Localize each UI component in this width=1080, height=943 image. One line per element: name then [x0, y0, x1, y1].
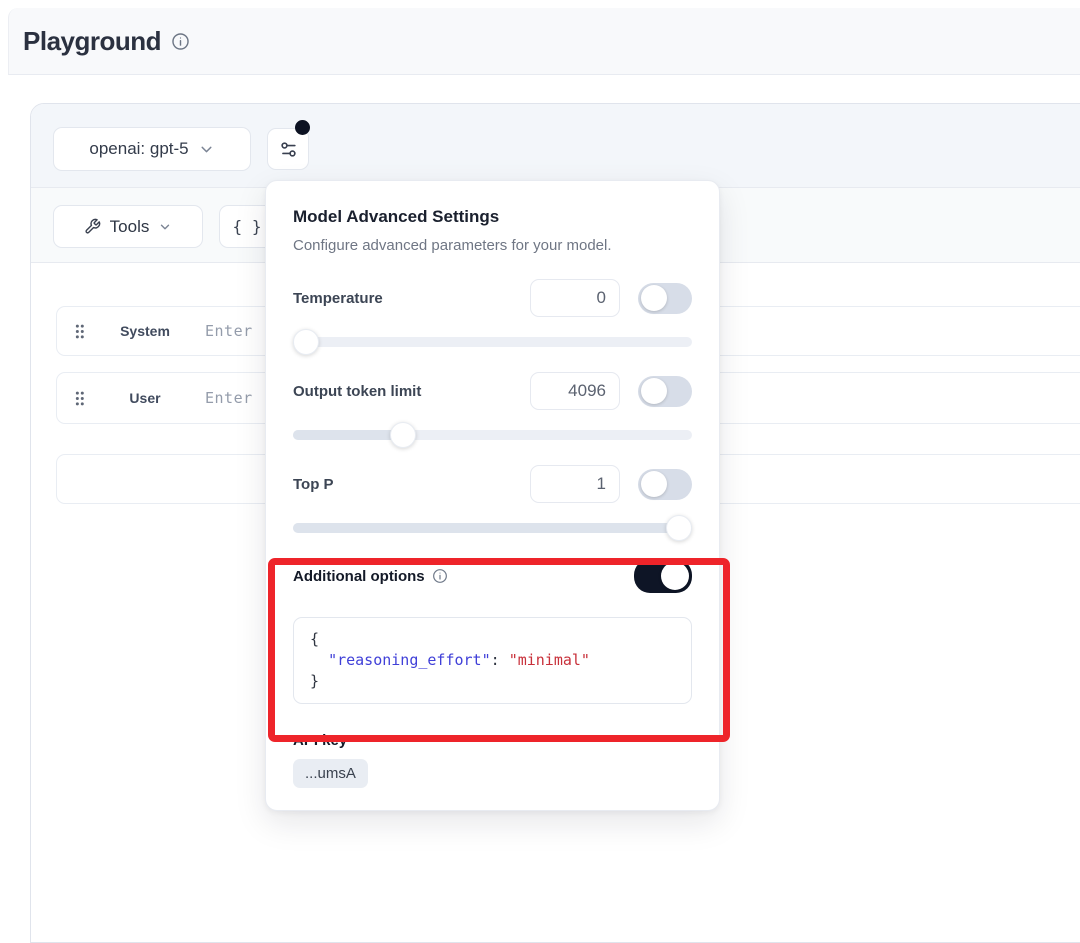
- model-advanced-settings-popover: Model Advanced Settings Configure advanc…: [265, 180, 720, 811]
- popover-subtitle: Configure advanced parameters for your m…: [293, 237, 692, 254]
- toggle-knob: [661, 562, 689, 590]
- json-colon: :: [491, 651, 509, 669]
- popover-title: Model Advanced Settings: [293, 207, 692, 227]
- additional-options-label: Additional options: [293, 568, 634, 585]
- drag-handle-icon[interactable]: [74, 324, 85, 339]
- top-p-input[interactable]: [530, 465, 620, 503]
- additional-options-toggle[interactable]: [634, 559, 692, 593]
- api-key-label: API key: [293, 732, 692, 749]
- temperature-toggle[interactable]: [638, 283, 692, 314]
- sliders-icon: [279, 140, 298, 159]
- message-role-label[interactable]: User: [85, 390, 205, 406]
- top-p-label: Top P: [293, 476, 530, 493]
- json-open-brace: {: [310, 630, 319, 648]
- output-token-limit-slider[interactable]: [293, 422, 692, 448]
- temperature-row: Temperature: [293, 279, 692, 317]
- temperature-input[interactable]: [530, 279, 620, 317]
- drag-handle-icon[interactable]: [74, 391, 85, 406]
- temperature-label: Temperature: [293, 290, 530, 307]
- tools-label: Tools: [110, 217, 150, 237]
- json-close-brace: }: [310, 672, 319, 690]
- additional-options-text: Additional options: [293, 568, 425, 585]
- model-select-dropdown[interactable]: openai: gpt-5: [53, 127, 251, 171]
- model-select-label: openai: gpt-5: [89, 139, 188, 159]
- json-key: "reasoning_effort": [328, 651, 491, 669]
- temperature-slider[interactable]: [293, 329, 692, 355]
- settings-notification-dot: [295, 120, 310, 135]
- chevron-down-icon: [158, 220, 172, 234]
- toggle-knob: [641, 285, 667, 311]
- slider-track: [293, 337, 692, 347]
- message-input[interactable]: Enter: [205, 322, 253, 340]
- message-role-label[interactable]: System: [85, 323, 205, 339]
- slider-thumb[interactable]: [390, 422, 416, 448]
- api-key-badge[interactable]: ...umsA: [293, 759, 368, 788]
- output-token-limit-input[interactable]: [530, 372, 620, 410]
- slider-fill: [293, 523, 692, 533]
- braces-icon: { }: [233, 217, 262, 236]
- toggle-knob: [641, 378, 667, 404]
- top-p-slider[interactable]: [293, 515, 692, 541]
- info-icon[interactable]: [432, 568, 448, 584]
- json-value: "minimal": [509, 651, 590, 669]
- message-input[interactable]: Enter: [205, 389, 253, 407]
- slider-thumb[interactable]: [293, 329, 319, 355]
- tools-dropdown[interactable]: Tools: [53, 205, 203, 248]
- slider-thumb[interactable]: [666, 515, 692, 541]
- output-token-limit-label: Output token limit: [293, 383, 530, 400]
- page-header: Playground: [8, 8, 1080, 75]
- page-title: Playground: [23, 26, 161, 57]
- additional-options-row: Additional options: [293, 559, 692, 593]
- output-token-limit-toggle[interactable]: [638, 376, 692, 407]
- top-p-toggle[interactable]: [638, 469, 692, 500]
- toggle-knob: [641, 471, 667, 497]
- chevron-down-icon: [198, 141, 215, 158]
- top-p-row: Top P: [293, 465, 692, 503]
- info-icon[interactable]: [171, 32, 190, 51]
- slider-fill: [293, 430, 397, 440]
- output-token-limit-row: Output token limit: [293, 372, 692, 410]
- json-indent: [310, 651, 328, 669]
- additional-options-json-editor[interactable]: { "reasoning_effort": "minimal" }: [293, 617, 692, 704]
- wrench-icon: [84, 218, 101, 235]
